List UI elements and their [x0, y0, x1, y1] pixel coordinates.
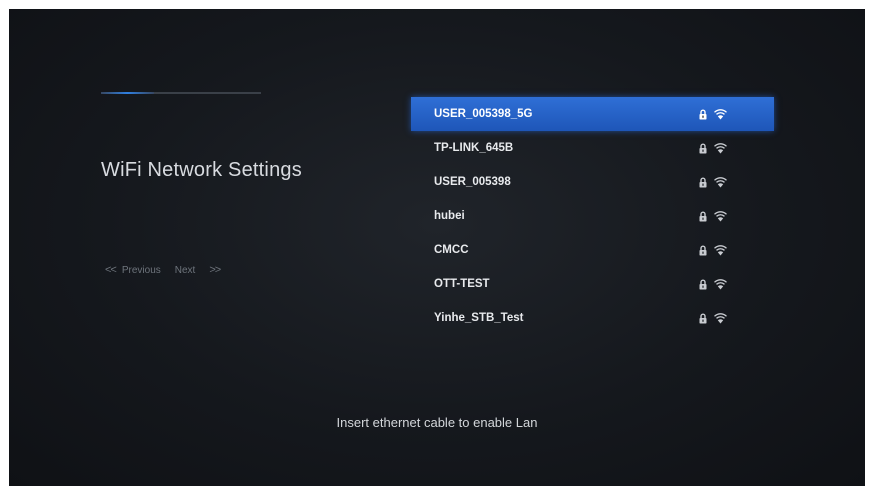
wifi-network-item[interactable]: CMCC — [411, 233, 774, 267]
wifi-status-icons — [699, 278, 727, 290]
settings-screen: WiFi Network Settings << Previous Next >… — [9, 9, 865, 486]
wifi-icon — [714, 176, 727, 188]
lock-icon — [699, 211, 707, 222]
page-title: WiFi Network Settings — [101, 159, 302, 181]
wifi-status-icons — [699, 244, 727, 256]
pager-navigation: << Previous Next >> — [105, 264, 221, 276]
wifi-status-icons — [699, 108, 727, 120]
lock-icon — [699, 313, 707, 324]
wifi-status-icons — [699, 176, 727, 188]
setup-progress-bar — [101, 92, 261, 94]
wifi-status-icons — [699, 312, 727, 324]
lock-icon — [699, 109, 707, 120]
wifi-icon — [714, 210, 727, 222]
lock-icon — [699, 245, 707, 256]
setup-progress-fill — [101, 92, 154, 94]
wifi-status-icons — [699, 142, 727, 154]
wifi-icon — [714, 108, 727, 120]
wifi-ssid-label: hubei — [434, 210, 465, 222]
wifi-icon — [714, 278, 727, 290]
wifi-network-item[interactable]: Yinhe_STB_Test — [411, 301, 774, 335]
wifi-icon — [714, 244, 727, 256]
wifi-ssid-label: CMCC — [434, 244, 469, 256]
wifi-icon — [714, 142, 727, 154]
chevron-left-icon[interactable]: << — [105, 264, 117, 276]
next-button[interactable]: Next — [175, 265, 196, 276]
wifi-status-icons — [699, 210, 727, 222]
wifi-ssid-label: TP-LINK_645B — [434, 142, 514, 154]
wifi-ssid-label: USER_005398 — [434, 176, 511, 188]
wifi-network-item[interactable]: TP-LINK_645B — [411, 131, 774, 165]
wifi-ssid-label: Yinhe_STB_Test — [434, 312, 524, 324]
lock-icon — [699, 177, 707, 188]
wifi-network-item[interactable]: OTT-TEST — [411, 267, 774, 301]
wifi-ssid-label: OTT-TEST — [434, 278, 490, 290]
wifi-ssid-label: USER_005398_5G — [434, 108, 533, 120]
wifi-network-item[interactable]: USER_005398_5G — [411, 97, 774, 131]
chevron-right-icon[interactable]: >> — [209, 264, 221, 276]
lan-hint-text: Insert ethernet cable to enable Lan — [336, 415, 538, 430]
wifi-network-item[interactable]: USER_005398 — [411, 165, 774, 199]
lock-icon — [699, 279, 707, 290]
wifi-network-list: USER_005398_5G TP-LINK_645B USER_005398 … — [411, 97, 774, 335]
lock-icon — [699, 143, 707, 154]
previous-button[interactable]: Previous — [122, 265, 161, 276]
wifi-network-item[interactable]: hubei — [411, 199, 774, 233]
wifi-icon — [714, 312, 727, 324]
